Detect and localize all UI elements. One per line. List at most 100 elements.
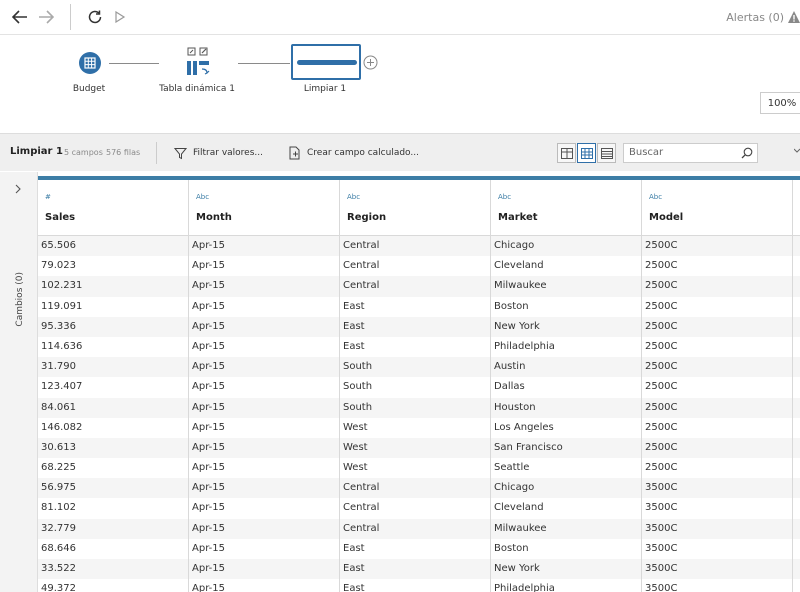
table-cell[interactable]: Apr-15 (189, 518, 340, 539)
table-cell[interactable]: Austin (491, 357, 642, 378)
table-cell[interactable]: 32.779 (38, 518, 189, 539)
table-cell[interactable]: Central (340, 478, 491, 499)
table-cell[interactable]: 3500C (642, 538, 793, 559)
column-header-model[interactable]: Abc Model (642, 180, 793, 236)
table-cell[interactable]: Los Angeles (491, 417, 642, 438)
table-cell[interactable]: San Francisco (491, 437, 642, 459)
table-cell[interactable]: 2500C (642, 458, 793, 479)
table-cell[interactable]: Apr-15 (189, 397, 340, 418)
column-header-region[interactable]: Abc Region (340, 180, 491, 236)
table-cell[interactable]: Philadelphia (491, 579, 642, 592)
table-cell[interactable]: Central (340, 498, 491, 519)
table-cell[interactable]: Central (340, 518, 491, 539)
table-cell[interactable]: South (340, 357, 491, 378)
table-row[interactable]: 81.102 Apr-15 Central Cleveland 3500C (38, 498, 800, 519)
table-row[interactable]: 56.975 Apr-15 Central Chicago 3500C (38, 478, 800, 499)
table-cell[interactable]: 146.082 (38, 417, 189, 438)
table-cell[interactable]: Milwaukee (491, 518, 642, 539)
zoom-level[interactable]: 100% (760, 92, 800, 114)
table-cell[interactable]: 2500C (642, 256, 793, 277)
column-header-sales[interactable]: # Sales (38, 180, 189, 236)
table-cell[interactable]: 2500C (642, 336, 793, 358)
table-cell[interactable]: Apr-15 (189, 458, 340, 479)
table-cell[interactable]: 2500C (642, 236, 793, 257)
forward-button[interactable] (35, 6, 57, 28)
table-row[interactable]: 68.225 Apr-15 West Seattle 2500C (38, 458, 800, 479)
table-cell[interactable]: West (340, 437, 491, 459)
table-row[interactable]: 123.407 Apr-15 South Dallas 2500C (38, 377, 800, 398)
flow-node-clean[interactable] (291, 44, 361, 80)
table-cell[interactable]: 2500C (642, 276, 793, 297)
table-row[interactable]: 33.522 Apr-15 East New York 3500C (38, 559, 800, 580)
create-calculated-field-button[interactable]: Crear campo calculado... (288, 142, 419, 164)
table-cell[interactable]: East (340, 336, 491, 358)
table-cell[interactable]: Apr-15 (189, 579, 340, 592)
table-cell[interactable]: 2500C (642, 357, 793, 378)
table-cell[interactable]: Apr-15 (189, 296, 340, 317)
table-cell[interactable]: 119.091 (38, 296, 189, 317)
table-row[interactable]: 119.091 Apr-15 East Boston 2500C (38, 296, 800, 317)
table-cell[interactable]: 68.646 (38, 538, 189, 559)
column-header-market[interactable]: Abc Market (491, 180, 642, 236)
table-cell[interactable]: 95.336 (38, 316, 189, 337)
table-cell[interactable]: 2500C (642, 437, 793, 459)
table-cell[interactable]: 2500C (642, 377, 793, 398)
table-cell[interactable]: Milwaukee (491, 276, 642, 297)
table-cell[interactable]: 3500C (642, 498, 793, 519)
table-cell[interactable]: Apr-15 (189, 478, 340, 499)
table-cell[interactable]: Apr-15 (189, 559, 340, 580)
table-cell[interactable]: South (340, 397, 491, 418)
table-cell[interactable]: Apr-15 (189, 437, 340, 459)
table-cell[interactable]: Boston (491, 296, 642, 317)
table-cell[interactable]: Apr-15 (189, 498, 340, 519)
table-cell[interactable]: Philadelphia (491, 336, 642, 358)
table-cell[interactable]: 2500C (642, 397, 793, 418)
table-cell[interactable]: 114.636 (38, 336, 189, 358)
table-cell[interactable]: 3500C (642, 478, 793, 499)
table-cell[interactable]: 123.407 (38, 377, 189, 398)
back-button[interactable] (9, 6, 31, 28)
table-cell[interactable]: 2500C (642, 417, 793, 438)
chevron-right-icon[interactable] (14, 184, 22, 194)
table-cell[interactable]: 2500C (642, 296, 793, 317)
table-cell[interactable]: Apr-15 (189, 276, 340, 297)
table-row[interactable]: 114.636 Apr-15 East Philadelphia 2500C (38, 336, 800, 358)
table-row[interactable]: 102.231 Apr-15 Central Milwaukee 2500C (38, 276, 800, 297)
data-grid-view-button[interactable] (577, 143, 596, 163)
table-cell[interactable]: 84.061 (38, 397, 189, 418)
table-cell[interactable]: 3500C (642, 579, 793, 592)
table-cell[interactable]: Seattle (491, 458, 642, 479)
table-row[interactable]: 95.336 Apr-15 East New York 2500C (38, 316, 800, 337)
table-cell[interactable]: Chicago (491, 478, 642, 499)
column-header-month[interactable]: Abc Month (189, 180, 340, 236)
table-cell[interactable]: 2500C (642, 316, 793, 337)
table-cell[interactable]: East (340, 559, 491, 580)
table-cell[interactable]: Apr-15 (189, 256, 340, 277)
add-step-icon[interactable] (363, 55, 378, 70)
filter-values-button[interactable]: Filtrar valores... (174, 142, 263, 164)
table-cell[interactable]: 3500C (642, 518, 793, 539)
table-row[interactable]: 65.506 Apr-15 Central Chicago 2500C (38, 236, 800, 257)
flow-node-budget[interactable] (79, 52, 101, 78)
refresh-button[interactable] (84, 6, 106, 28)
table-cell[interactable]: East (340, 316, 491, 337)
chevron-down-icon[interactable] (794, 147, 800, 155)
table-cell[interactable]: 65.506 (38, 236, 189, 257)
profile-view-button[interactable] (557, 143, 576, 163)
table-row[interactable]: 79.023 Apr-15 Central Cleveland 2500C (38, 256, 800, 277)
table-cell[interactable]: 3500C (642, 559, 793, 580)
list-view-button[interactable] (597, 143, 616, 163)
table-cell[interactable]: Apr-15 (189, 236, 340, 257)
table-cell[interactable]: South (340, 377, 491, 398)
table-cell[interactable]: East (340, 579, 491, 592)
table-cell[interactable]: Central (340, 256, 491, 277)
table-cell[interactable]: 81.102 (38, 498, 189, 519)
table-cell[interactable]: 33.522 (38, 559, 189, 580)
table-cell[interactable]: Apr-15 (189, 417, 340, 438)
table-cell[interactable]: Apr-15 (189, 316, 340, 337)
table-row[interactable]: 32.779 Apr-15 Central Milwaukee 3500C (38, 518, 800, 539)
table-cell[interactable]: West (340, 417, 491, 438)
table-row[interactable]: 84.061 Apr-15 South Houston 2500C (38, 397, 800, 418)
table-cell[interactable]: 56.975 (38, 478, 189, 499)
table-cell[interactable]: Apr-15 (189, 377, 340, 398)
